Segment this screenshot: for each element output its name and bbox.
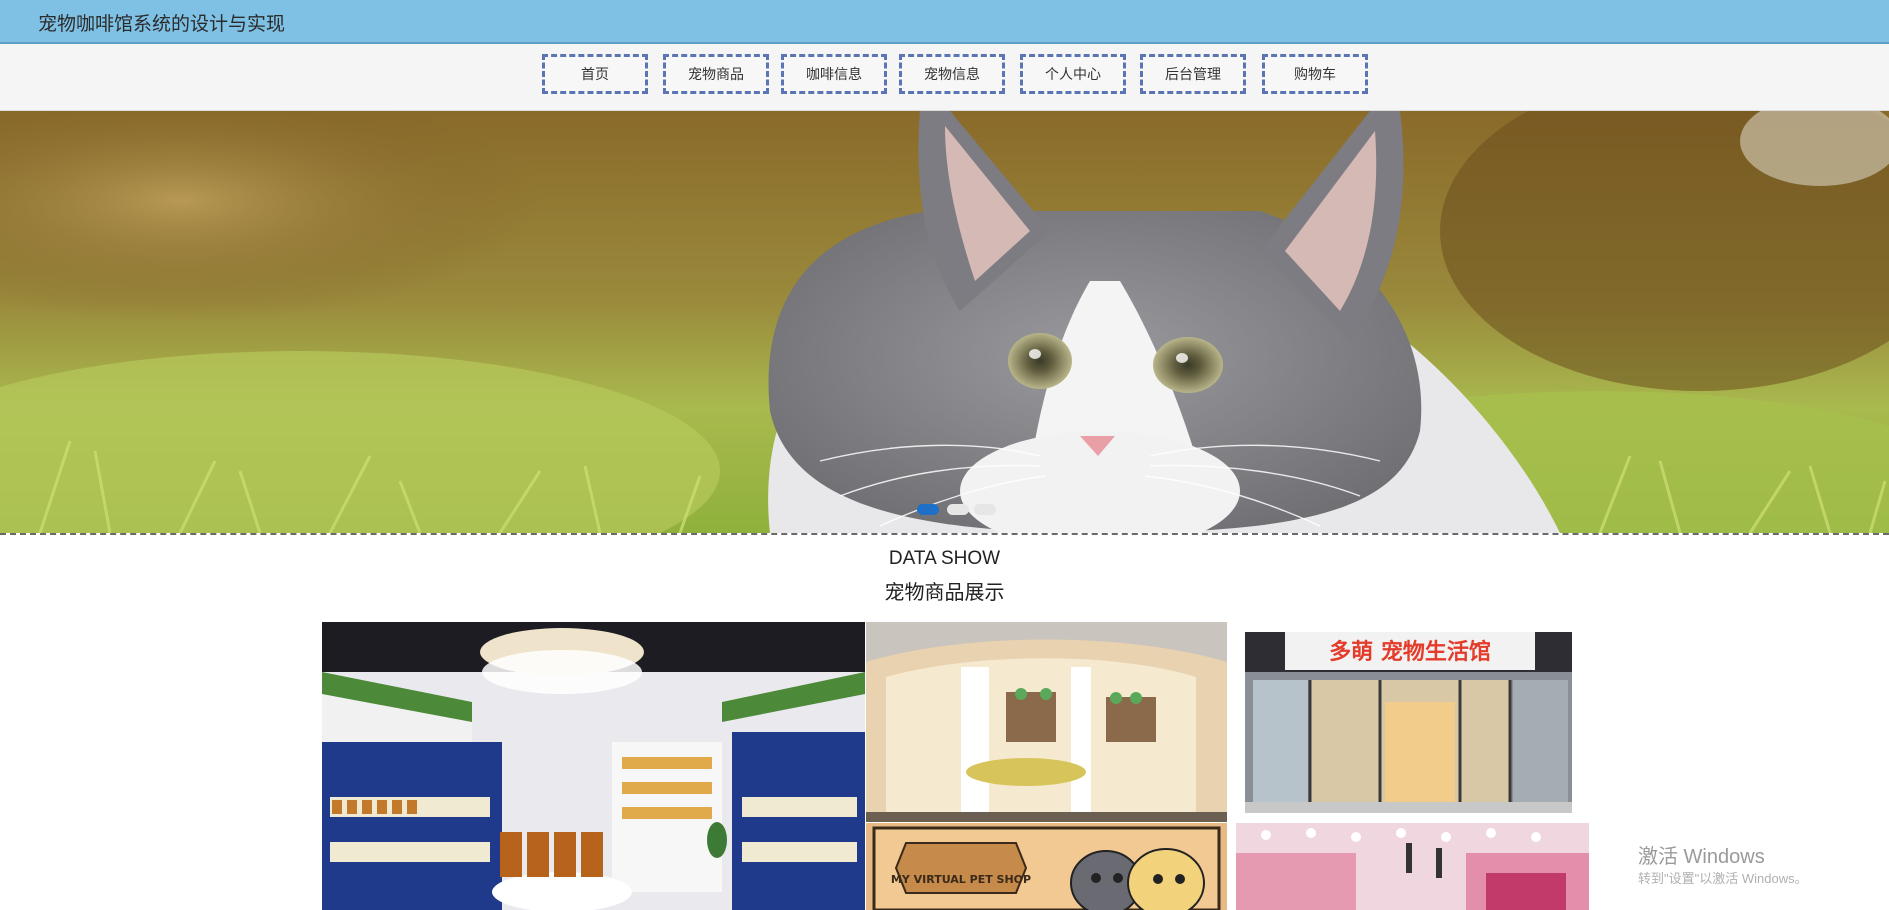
banner-carousel[interactable] xyxy=(0,111,1889,535)
shop-banner-text: MY VIRTUAL PET SHOP xyxy=(891,873,1031,886)
nav-item-coffee-info[interactable]: 咖啡信息 xyxy=(781,54,887,94)
store-entrance-image xyxy=(866,622,1227,822)
windows-activation-watermark: 激活 Windows xyxy=(1638,846,1765,868)
nav-item-pet-info[interactable]: 宠物信息 xyxy=(899,54,1005,94)
site-title: 宠物咖啡馆系统的设计与实现 xyxy=(38,14,286,35)
nav-item-cart[interactable]: 购物车 xyxy=(1262,54,1368,94)
carousel-dot-1[interactable] xyxy=(917,504,939,515)
nav-item-pet-products[interactable]: 宠物商品 xyxy=(663,54,769,94)
store-interior-image xyxy=(322,622,865,910)
nav-item-admin[interactable]: 后台管理 xyxy=(1140,54,1246,94)
product-photo-store-entrance[interactable] xyxy=(866,622,1227,822)
storefront-sign-text: 多萌 宠物生活馆 xyxy=(1329,639,1491,665)
storefront-image: 多萌 宠物生活馆 xyxy=(1245,632,1572,813)
product-photo-virtual-pet-shop[interactable]: MY VIRTUAL PET SHOP xyxy=(866,823,1227,910)
section-title-en: DATA SHOW xyxy=(888,548,1001,569)
product-photo-storefront[interactable]: 多萌 宠物生活馆 xyxy=(1245,632,1572,813)
windows-activation-subtitle: 转到"设置"以激活 Windows。 xyxy=(1638,871,1808,886)
section-title-cn: 宠物商品展示 xyxy=(884,582,1005,604)
product-photo-store-interior[interactable] xyxy=(322,622,865,910)
kitten-banner-image xyxy=(0,111,1889,533)
nav-item-home[interactable]: 首页 xyxy=(542,54,648,94)
carousel-dot-2[interactable] xyxy=(947,504,969,515)
nav-item-personal-center[interactable]: 个人中心 xyxy=(1020,54,1126,94)
top-header-bar: 宠物咖啡馆系统的设计与实现 xyxy=(0,0,1889,44)
main-navigation: 首页 宠物商品 咖啡信息 宠物信息 个人中心 后台管理 购物车 xyxy=(0,44,1889,111)
virtual-pet-shop-image: MY VIRTUAL PET SHOP xyxy=(866,823,1227,910)
product-photo-pink-interior[interactable] xyxy=(1236,823,1589,910)
carousel-dot-3[interactable] xyxy=(974,504,996,515)
pink-interior-image xyxy=(1236,823,1589,910)
